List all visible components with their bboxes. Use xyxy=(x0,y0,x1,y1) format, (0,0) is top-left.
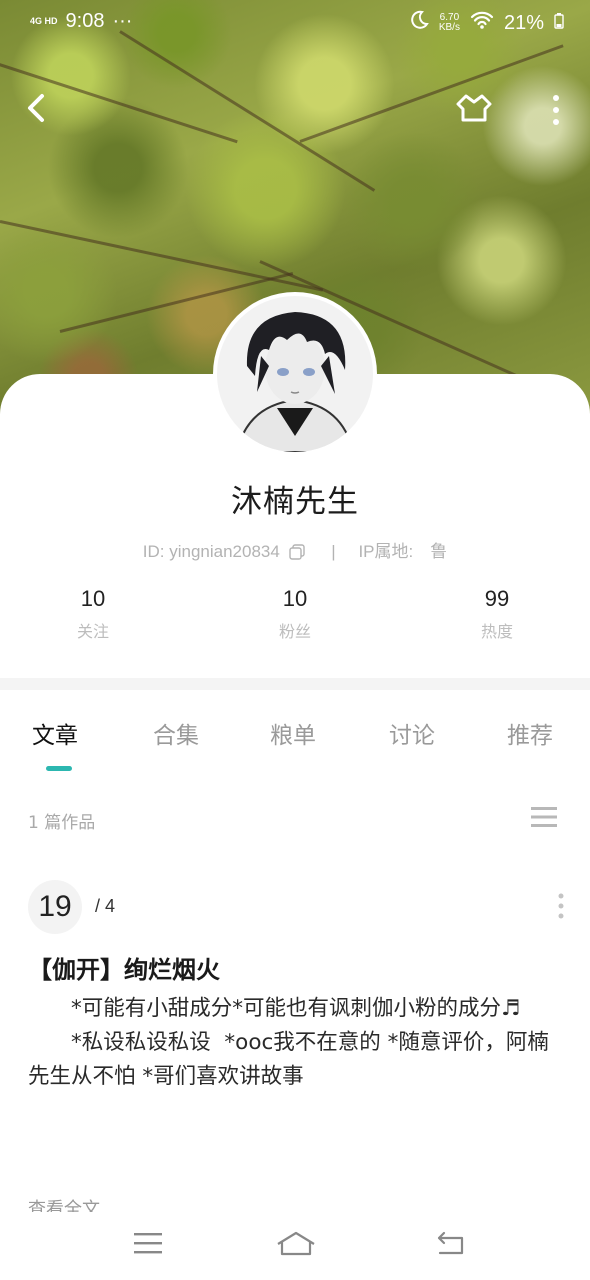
menu-icon[interactable] xyxy=(134,1230,162,1260)
user-id: ID: yingnian20834 xyxy=(142,542,280,561)
article-more-icon[interactable] xyxy=(553,892,569,920)
battery-icon xyxy=(554,12,564,35)
tab-collections[interactable]: 合集 xyxy=(153,716,199,750)
avatar[interactable] xyxy=(217,296,373,452)
article-title[interactable]: 【伽开】绚烂烟火 xyxy=(28,950,220,985)
status-bar: 4G HD 9:08 ··· 6.70 KB/s 21% xyxy=(0,0,590,46)
stat-followers[interactable]: 10 粉丝 xyxy=(235,586,355,642)
signal-indicator: 4G HD xyxy=(30,16,58,26)
net-speed-unit: KB/s xyxy=(438,22,460,33)
copy-icon[interactable] xyxy=(288,544,305,565)
stat-value: 99 xyxy=(484,586,510,611)
read-more-link[interactable]: 查看全文 xyxy=(28,1195,100,1213)
stat-label: 热度 xyxy=(480,622,513,641)
tab-discussions[interactable]: 讨论 xyxy=(389,716,435,750)
tab-recommended[interactable]: 推荐 xyxy=(507,716,553,750)
stat-value: 10 xyxy=(80,586,106,611)
home-icon[interactable] xyxy=(276,1230,316,1262)
notification-dots: ··· xyxy=(112,10,133,32)
hanger-icon[interactable] xyxy=(454,92,494,124)
stat-popularity[interactable]: 99 热度 xyxy=(437,586,557,642)
stat-label: 粉丝 xyxy=(278,622,311,641)
active-tab-indicator xyxy=(46,766,72,771)
wifi-icon xyxy=(470,10,494,36)
list-view-icon[interactable] xyxy=(530,805,558,829)
system-nav-bar xyxy=(0,1212,590,1280)
net-speed: 6.70 KB/s xyxy=(439,13,460,33)
tab-articles[interactable]: 文章 xyxy=(32,716,78,750)
back-nav-icon[interactable] xyxy=(436,1230,466,1260)
article-date-month: / 4 xyxy=(95,896,116,916)
clock: 9:08 xyxy=(65,10,105,32)
ip-location: IP属地: 鲁 xyxy=(358,542,448,561)
profile-stats: 10 关注 10 粉丝 99 热度 xyxy=(0,586,590,656)
article-date-day: 19 xyxy=(28,880,82,934)
content-tabs: 文章 合集 粮单 讨论 推荐 xyxy=(0,712,590,772)
profile-meta: ID: yingnian20834 | IP属地: 鲁 xyxy=(0,537,590,565)
stat-following[interactable]: 10 关注 xyxy=(33,586,153,642)
tab-lists[interactable]: 粮单 xyxy=(270,716,316,750)
battery-level: 21% xyxy=(503,11,544,34)
article-excerpt[interactable]: *可能有小甜成分*可能也有讽刺伽小粉的成分♬ *私设私设私设 *ooc我不在意的… xyxy=(28,992,558,1094)
back-icon[interactable] xyxy=(22,90,52,126)
works-count: 1 篇作品 xyxy=(28,813,96,833)
stat-label: 关注 xyxy=(76,622,109,641)
section-divider xyxy=(0,678,590,690)
more-vert-icon[interactable] xyxy=(546,92,566,128)
stat-value: 10 xyxy=(282,586,308,611)
moon-icon xyxy=(409,10,429,36)
profile-name: 沐楠先生 xyxy=(231,484,359,520)
meta-separator: | xyxy=(331,542,336,561)
